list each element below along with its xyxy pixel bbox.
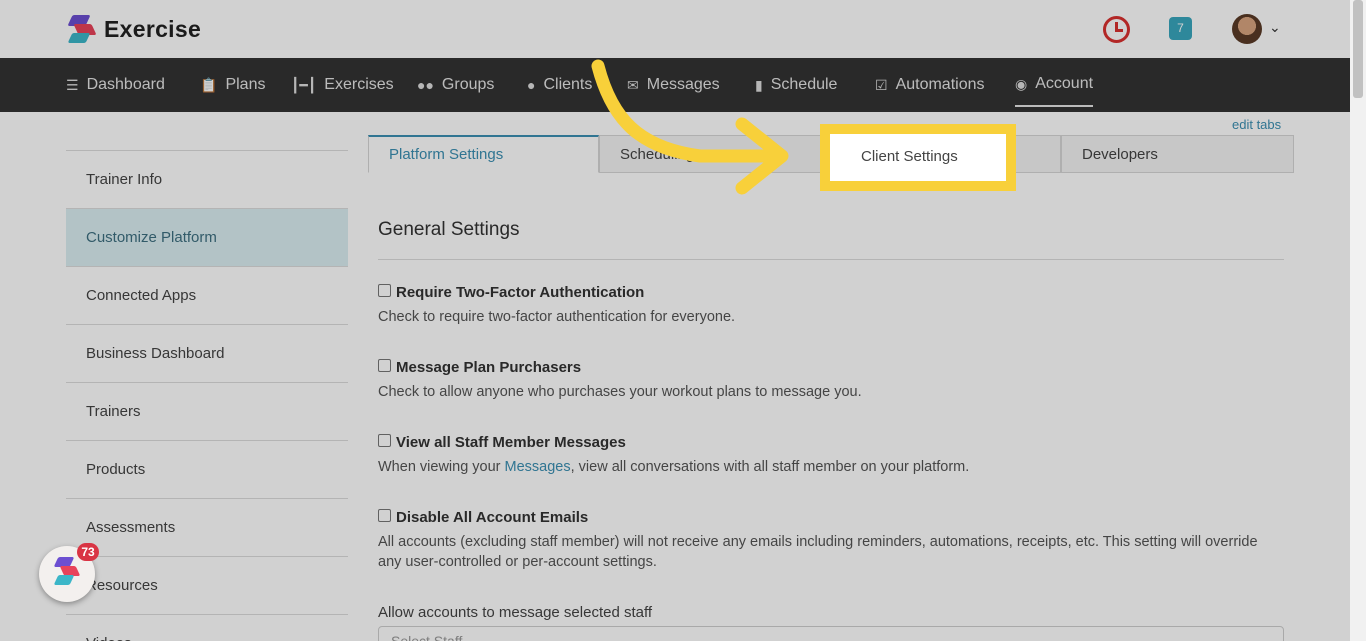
sidebar-item-customize-platform[interactable]: Customize Platform bbox=[66, 208, 348, 266]
setting-view-staff-messages: View all Staff Member Messages When view… bbox=[378, 434, 1278, 477]
avatar[interactable] bbox=[1232, 14, 1262, 44]
desc-text: When viewing your bbox=[378, 459, 505, 475]
nav-label: Groups bbox=[441, 76, 495, 93]
settings-sidebar: Trainer Info Customize Platform Connecte… bbox=[66, 150, 348, 641]
nav-exercises[interactable]: ┃━┃ Exercises bbox=[291, 58, 394, 112]
view-staff-messages-checkbox[interactable] bbox=[378, 434, 391, 447]
setting-label: Require Two-Factor Authentication bbox=[396, 284, 645, 301]
brand[interactable]: Exercise bbox=[67, 14, 202, 44]
nav-label: Clients bbox=[543, 76, 593, 93]
setting-description: When viewing your Messages, view all con… bbox=[378, 457, 1278, 477]
sidebar-item-products[interactable]: Products bbox=[66, 440, 348, 498]
tab-scheduling[interactable]: Scheduling bbox=[599, 135, 830, 173]
nav-label: Automations bbox=[895, 76, 985, 93]
book-icon: ▮ bbox=[755, 76, 763, 93]
setting-label: Message Plan Purchasers bbox=[396, 359, 582, 376]
nav-automations[interactable]: ☑ Automations bbox=[875, 58, 985, 112]
scrollbar-thumb[interactable] bbox=[1353, 0, 1363, 98]
two-factor-checkbox[interactable] bbox=[378, 284, 391, 297]
setting-description: Check to require two-factor authenticati… bbox=[378, 309, 736, 325]
widget-badge: 73 bbox=[77, 543, 99, 561]
staff-select[interactable]: Select Staff bbox=[378, 626, 1284, 641]
nav-label: Messages bbox=[646, 76, 720, 93]
app-name: Exercise bbox=[104, 15, 202, 42]
staff-select-label: Allow accounts to message selected staff bbox=[378, 604, 653, 621]
chevron-down-icon[interactable]: ⌄ bbox=[1269, 19, 1281, 36]
setting-label: Disable All Account Emails bbox=[396, 509, 589, 526]
user-circle-icon: ◉ bbox=[1015, 75, 1028, 92]
nav-label: Exercises bbox=[324, 76, 394, 93]
main-nav: ☰ Dashboard 📋 Plans ┃━┃ Exercises ●● Gro… bbox=[0, 58, 1350, 112]
sidebar-item-trainers[interactable]: Trainers bbox=[66, 382, 348, 440]
tab-developers[interactable]: Developers bbox=[1061, 135, 1294, 173]
nav-label: Plans bbox=[225, 76, 266, 93]
nav-account[interactable]: ◉ Account bbox=[1015, 63, 1094, 107]
nav-label: Dashboard bbox=[86, 76, 165, 93]
setting-description: All accounts (excluding staff member) wi… bbox=[378, 534, 1258, 570]
nav-clients[interactable]: ● Clients bbox=[527, 58, 592, 112]
page-scrollbar[interactable] bbox=[1350, 0, 1366, 641]
highlighted-tab-client-settings[interactable]: Client Settings bbox=[820, 124, 1016, 191]
setting-two-factor: Require Two-Factor Authentication Check … bbox=[378, 284, 1278, 327]
envelope-icon: ✉ bbox=[627, 76, 639, 93]
sidebar-item-assessments[interactable]: Assessments bbox=[66, 498, 348, 556]
nav-groups[interactable]: ●● Groups bbox=[417, 58, 494, 112]
tab-platform-settings[interactable]: Platform Settings bbox=[368, 135, 599, 173]
nav-label: Account bbox=[1035, 75, 1094, 92]
nav-messages[interactable]: ✉ Messages bbox=[627, 58, 720, 112]
nav-label: Schedule bbox=[770, 76, 838, 93]
clock-icon[interactable] bbox=[1103, 16, 1130, 43]
list-icon: ☰ bbox=[66, 76, 79, 93]
users-icon: ●● bbox=[417, 77, 434, 93]
section-title: General Settings bbox=[378, 219, 520, 240]
desc-text: , view all conversations with all staff … bbox=[570, 459, 970, 475]
notification-badge[interactable]: 7 bbox=[1169, 17, 1192, 40]
messages-link[interactable]: Messages bbox=[505, 459, 571, 475]
disable-emails-checkbox[interactable] bbox=[378, 509, 391, 522]
nav-plans[interactable]: 📋 Plans bbox=[200, 58, 265, 112]
nav-dashboard[interactable]: ☰ Dashboard bbox=[66, 58, 165, 112]
message-purchasers-checkbox[interactable] bbox=[378, 359, 391, 372]
setting-disable-emails: Disable All Account Emails All accounts … bbox=[378, 509, 1278, 572]
clipboard-icon: 📋 bbox=[200, 76, 218, 93]
top-header: Exercise 7 ⌄ bbox=[0, 0, 1350, 58]
divider bbox=[378, 259, 1284, 260]
sidebar-item-trainer-info[interactable]: Trainer Info bbox=[66, 150, 348, 208]
setting-description: Check to allow anyone who purchases your… bbox=[378, 384, 862, 400]
sidebar-item-videos[interactable]: Videos bbox=[66, 614, 348, 641]
sidebar-item-connected-apps[interactable]: Connected Apps bbox=[66, 266, 348, 324]
app-logo-icon bbox=[67, 14, 97, 44]
setting-message-plan-purchasers: Message Plan Purchasers Check to allow a… bbox=[378, 359, 1278, 402]
user-icon: ● bbox=[527, 77, 536, 93]
setting-label: View all Staff Member Messages bbox=[396, 434, 626, 451]
tab-label: Client Settings bbox=[861, 148, 958, 165]
checkbox-icon: ☑ bbox=[875, 76, 888, 93]
dumbbell-icon: ┃━┃ bbox=[291, 76, 317, 93]
sidebar-item-business-dashboard[interactable]: Business Dashboard bbox=[66, 324, 348, 382]
edit-tabs-link[interactable]: edit tabs bbox=[1232, 117, 1281, 132]
nav-schedule[interactable]: ▮ Schedule bbox=[755, 58, 837, 112]
sidebar-item-resources[interactable]: Resources bbox=[66, 556, 348, 614]
